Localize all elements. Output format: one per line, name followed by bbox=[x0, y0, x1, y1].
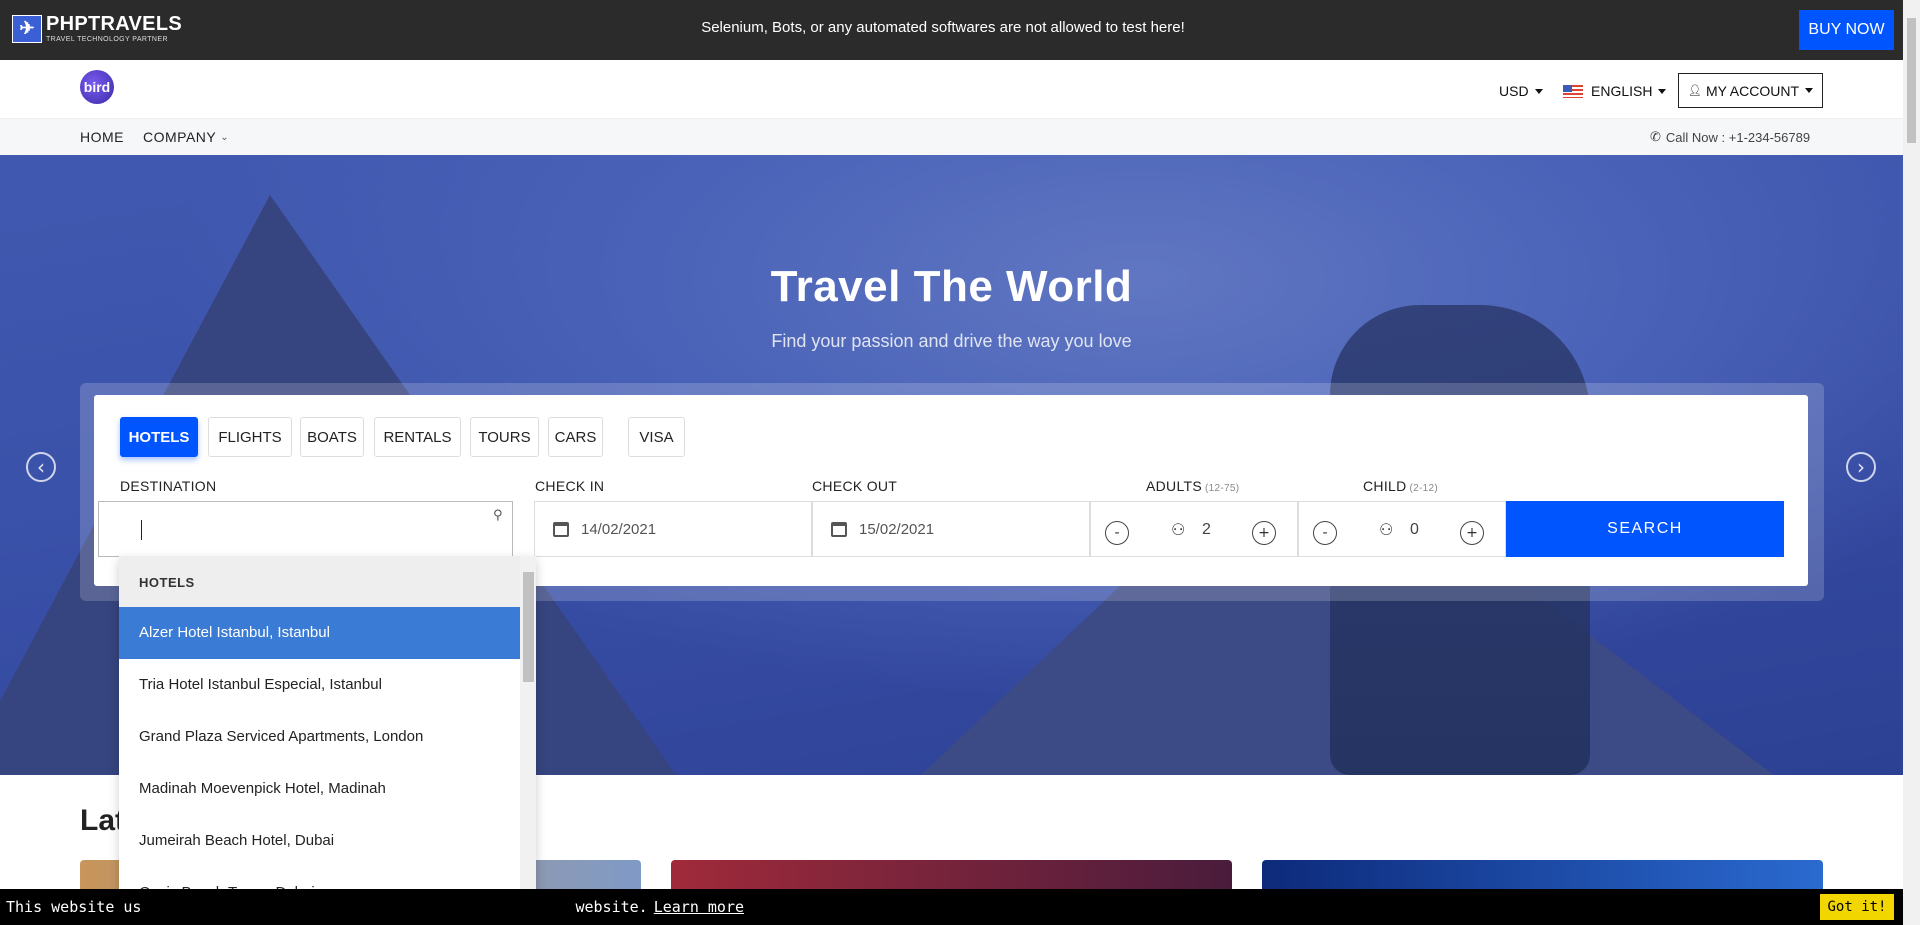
my-account-label: MY ACCOUNT bbox=[1705, 82, 1800, 99]
child-count: 0 bbox=[1410, 521, 1419, 538]
chevron-down-icon bbox=[1534, 88, 1543, 94]
tab-cars[interactable]: CARS bbox=[548, 417, 603, 457]
language-label: ENGLISH bbox=[1591, 83, 1653, 99]
autocomplete-item[interactable]: Madinah Moevenpick Hotel, Madinah bbox=[119, 763, 520, 815]
checkout-field[interactable]: 15/02/2021 bbox=[812, 501, 1090, 557]
site-logo[interactable]: bird bbox=[80, 70, 114, 104]
calendar-icon bbox=[553, 521, 569, 537]
cookie-banner: This website us website. Learn more Got it… bbox=[0, 889, 1903, 925]
autocomplete-group-header: HOTELS bbox=[119, 556, 536, 607]
currency-label: USD bbox=[1499, 83, 1529, 99]
user-icon: 👤︎ bbox=[1687, 84, 1702, 97]
child-label: CHILD (2-12) bbox=[1363, 478, 1438, 494]
nav-company-label: COMPANY bbox=[143, 129, 217, 145]
tab-boats[interactable]: BOATS bbox=[300, 417, 364, 457]
autocomplete-item[interactable]: Alzer Hotel Istanbul, Istanbul bbox=[119, 607, 520, 659]
tab-flights[interactable]: FLIGHTS bbox=[208, 417, 292, 457]
tab-hotels[interactable]: HOTELS bbox=[120, 417, 198, 457]
tab-tours[interactable]: TOURS bbox=[470, 417, 539, 457]
person-icon: ⚇ bbox=[1171, 520, 1186, 539]
checkout-label: CHECK OUT bbox=[812, 478, 898, 494]
destination-input[interactable] bbox=[98, 501, 513, 557]
hero-subtitle: Find your passion and drive the way you … bbox=[771, 331, 1132, 351]
us-flag-icon bbox=[1563, 84, 1583, 98]
child-stepper: - ⚇ 0 + bbox=[1298, 501, 1506, 557]
destination-autocomplete: HOTELS Alzer Hotel Istanbul, Istanbul Tr… bbox=[119, 556, 536, 925]
page-scroll-thumb[interactable] bbox=[1907, 18, 1916, 143]
adults-label: ADULTS (12-75) bbox=[1146, 478, 1239, 494]
learn-more-link[interactable]: Learn more bbox=[654, 898, 744, 916]
adults-count: 2 bbox=[1202, 521, 1211, 538]
autocomplete-item[interactable]: Tria Hotel Istanbul Especial, Istanbul bbox=[119, 659, 520, 711]
search-icon: ⚲ bbox=[493, 508, 503, 523]
tab-rentals[interactable]: RENTALS bbox=[374, 417, 461, 457]
hero-title: Travel The World bbox=[770, 262, 1133, 311]
cookie-accept-button[interactable]: Got it! bbox=[1820, 894, 1894, 920]
top-bar: ✈ PHPTRAVELS TRAVEL TECHNOLOGY PARTNER S… bbox=[0, 0, 1903, 60]
cookie-text-right: website. bbox=[575, 898, 648, 916]
bot-notice: Selenium, Bots, or any automated softwar… bbox=[701, 19, 1185, 36]
nav-company[interactable]: COMPANY ⌄ bbox=[143, 129, 229, 145]
adults-range: (12-75) bbox=[1205, 483, 1240, 494]
call-now-text: Call Now : +1-234-56789 bbox=[1665, 130, 1811, 145]
search-button[interactable]: SEARCH bbox=[1506, 501, 1784, 557]
buy-now-button[interactable]: BUY NOW bbox=[1799, 10, 1894, 50]
cookie-text-left: This website us bbox=[6, 898, 142, 916]
adults-label-text: ADULTS bbox=[1146, 478, 1202, 494]
child-minus-button[interactable]: - bbox=[1313, 521, 1337, 545]
child-label-text: CHILD bbox=[1363, 478, 1407, 494]
prev-slide-arrow-icon[interactable]: ‹ bbox=[26, 452, 56, 482]
currency-dropdown[interactable]: USD bbox=[1499, 83, 1543, 99]
next-slide-arrow-icon[interactable]: › bbox=[1846, 452, 1876, 482]
adults-plus-button[interactable]: + bbox=[1252, 521, 1276, 545]
checkin-label: CHECK IN bbox=[535, 478, 605, 494]
chevron-down-icon bbox=[1658, 88, 1667, 94]
my-account-button[interactable]: 👤︎ MY ACCOUNT bbox=[1678, 73, 1823, 108]
adults-minus-button[interactable]: - bbox=[1105, 521, 1129, 545]
autocomplete-item[interactable]: Grand Plaza Serviced Apartments, London bbox=[119, 711, 520, 763]
adults-stepper: - ⚇ 2 + bbox=[1090, 501, 1298, 557]
cookie-text: This website us website. Learn more bbox=[6, 898, 744, 916]
brand-tagline: TRAVEL TECHNOLOGY PARTNER bbox=[46, 36, 168, 43]
destination-label: DESTINATION bbox=[120, 478, 217, 494]
autocomplete-item[interactable]: Jumeirah Beach Hotel, Dubai bbox=[119, 815, 520, 867]
page-scrollbar[interactable] bbox=[1903, 0, 1920, 925]
child-plus-button[interactable]: + bbox=[1460, 521, 1484, 545]
checkin-value: 14/02/2021 bbox=[581, 520, 657, 538]
autocomplete-scroll-thumb[interactable] bbox=[523, 572, 534, 682]
language-dropdown[interactable]: ENGLISH bbox=[1563, 83, 1667, 99]
person-icon: ⚇ bbox=[1379, 520, 1394, 539]
main-nav: HOME COMPANY ⌄ ✆ Call Now : +1-234-56789 bbox=[0, 119, 1903, 155]
text-cursor bbox=[141, 520, 142, 540]
checkout-value: 15/02/2021 bbox=[859, 520, 935, 538]
checkin-field[interactable]: 14/02/2021 bbox=[534, 501, 812, 557]
nav-home[interactable]: HOME bbox=[80, 129, 124, 145]
autocomplete-scrollbar[interactable] bbox=[520, 556, 536, 925]
call-now: ✆ Call Now : +1-234-56789 bbox=[1650, 130, 1810, 145]
site-header: bird USD ENGLISH 👤︎ MY ACCOUNT bbox=[0, 60, 1903, 119]
chevron-down-icon bbox=[1805, 88, 1814, 93]
chevron-down-icon: ⌄ bbox=[220, 131, 230, 143]
tab-visa[interactable]: VISA bbox=[628, 417, 685, 457]
calendar-icon bbox=[831, 521, 847, 537]
phone-icon: ✆ bbox=[1650, 130, 1661, 145]
child-range: (2-12) bbox=[1409, 483, 1438, 494]
